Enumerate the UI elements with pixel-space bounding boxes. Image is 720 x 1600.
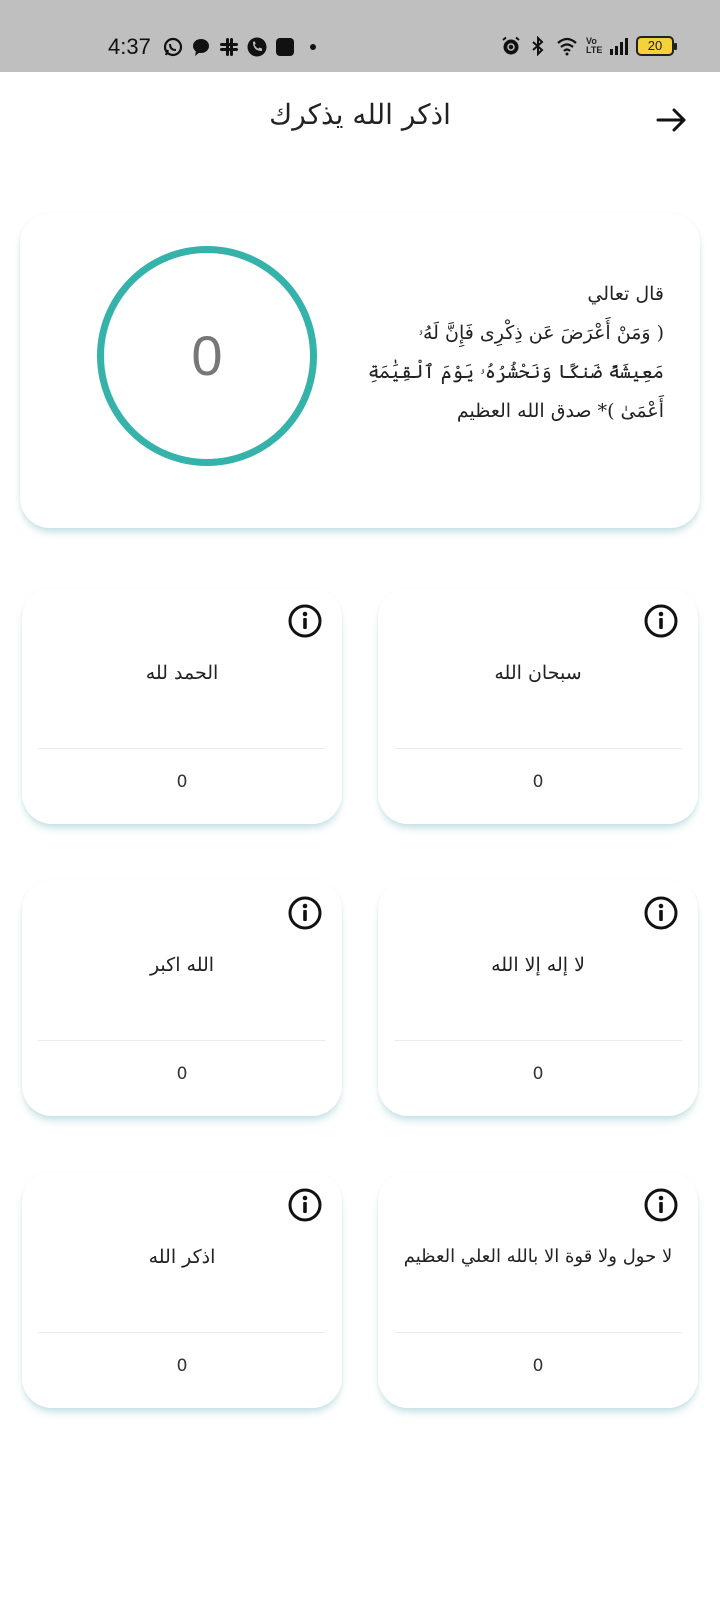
app-icon [276, 38, 294, 56]
info-icon[interactable] [644, 896, 678, 930]
divider [394, 748, 682, 749]
zikr-card-alhamdulillah[interactable]: الحمد لله 0 [22, 588, 342, 824]
status-bar: 4:37 Vo LTE 20 [0, 0, 720, 72]
divider [38, 748, 326, 749]
zikr-card-la-ilaha-illallah[interactable]: لا إله إلا الله 0 [378, 880, 698, 1116]
zikr-count: 0 [176, 1064, 188, 1084]
zikr-label: لا حول ولا قوة الا بالله العلي العظيم [403, 1246, 673, 1267]
zikr-label: لا إله إلا الله [491, 954, 585, 976]
status-time: 4:37 [108, 34, 151, 59]
zikr-card-uzkur-allah[interactable]: اذكر الله 0 [22, 1172, 342, 1408]
info-icon[interactable] [644, 604, 678, 638]
phone-icon [247, 37, 267, 57]
divider [394, 1332, 682, 1333]
verse-line: قال تعالي [587, 283, 664, 305]
hero-card: 0 قال تعالي ( وَمَنْ أَعْرَضَ عَن ذِكْرِ… [20, 213, 700, 528]
zikr-card-subhanallah[interactable]: سبحان الله 0 [378, 588, 698, 824]
notification-icons [163, 37, 323, 57]
zikr-label: سبحان الله [494, 662, 582, 684]
verse-line: مَعِيشَةً ضَنكًا وَنَحْشُرُهُۥ يَوْمَ ٱل… [367, 361, 664, 383]
zikr-count: 0 [176, 1356, 188, 1376]
verse-line: أَعْمَىٰ )* صدق الله العظيم [456, 400, 664, 422]
arrow-right-icon[interactable] [654, 102, 690, 138]
dot-icon [310, 44, 316, 50]
info-icon[interactable] [644, 1188, 678, 1222]
main-counter-button[interactable]: 0 [97, 246, 317, 466]
zikr-count: 0 [532, 1356, 544, 1376]
slack-icon [220, 38, 238, 56]
quran-verse: قال تعالي ( وَمَنْ أَعْرَضَ عَن ذِكْرِى … [364, 275, 664, 431]
divider [38, 1332, 326, 1333]
chat-icon [193, 39, 209, 56]
zikr-card-allahu-akbar[interactable]: الله اكبر 0 [22, 880, 342, 1116]
wifi-icon [557, 37, 577, 56]
zikr-count: 0 [176, 772, 188, 792]
zikr-label: اذكر الله [148, 1246, 216, 1268]
zikr-label: الحمد لله [145, 662, 219, 684]
main-counter-value: 0 [191, 324, 223, 387]
app-header: اذكر الله يذكرك [0, 72, 720, 168]
page-title: اذكر الله يذكرك [269, 98, 451, 131]
system-icons: Vo LTE 20 [501, 36, 677, 56]
info-icon[interactable] [288, 604, 322, 638]
divider [394, 1040, 682, 1041]
divider [38, 1040, 326, 1041]
alarm-icon [502, 36, 520, 55]
zikr-count: 0 [532, 1064, 544, 1084]
volte-icon: Vo LTE [586, 36, 603, 55]
zikr-count: 0 [532, 772, 544, 792]
battery-icon: 20 [636, 36, 677, 56]
zikr-label: الله اكبر [149, 954, 215, 976]
info-icon[interactable] [288, 1188, 322, 1222]
signal-icon [610, 38, 628, 55]
zikr-card-la-hawla[interactable]: لا حول ولا قوة الا بالله العلي العظيم 0 [378, 1172, 698, 1408]
verse-line: ( وَمَنْ أَعْرَضَ عَن ذِكْرِى فَإِنَّ لَ… [418, 322, 664, 344]
bluetooth-icon [532, 36, 544, 56]
info-icon[interactable] [288, 896, 322, 930]
whatsapp-icon [163, 37, 183, 57]
